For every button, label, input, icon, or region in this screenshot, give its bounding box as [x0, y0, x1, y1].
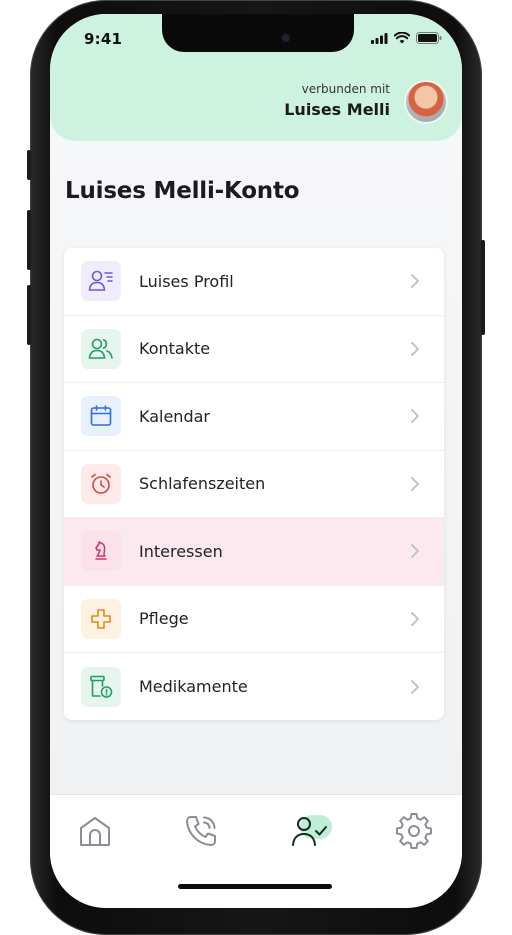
menu-item-contacts[interactable]: Kontakte	[64, 316, 444, 383]
calendar-icon	[81, 396, 121, 437]
menu-item-calendar[interactable]: Kalendar	[64, 383, 444, 451]
menu-item-bedtimes[interactable]: Schlafenszeiten	[64, 451, 444, 518]
chevron-right-icon	[411, 476, 419, 491]
volume-up-button	[27, 210, 31, 270]
menu-item-medication[interactable]: Medikamente	[64, 653, 444, 720]
power-button	[481, 240, 485, 335]
chess-knight-icon	[81, 531, 121, 572]
menu-item-profile[interactable]: Luises Profil	[64, 248, 444, 316]
tab-account[interactable]	[290, 813, 327, 849]
chevron-right-icon	[411, 611, 419, 626]
chevron-right-icon	[411, 544, 419, 559]
notch	[162, 14, 354, 52]
status-time: 9:41	[84, 30, 123, 48]
menu-item-label: Luises Profil	[139, 271, 234, 291]
tab-bar	[50, 794, 462, 908]
camera	[282, 34, 290, 42]
alarm-clock-icon	[81, 463, 121, 504]
tab-settings[interactable]	[396, 813, 432, 849]
connected-label: verbunden mit	[301, 82, 390, 96]
page-title: Luises Melli-Konto	[65, 178, 300, 204]
profile-icon	[81, 261, 121, 302]
menu-item-label: Schlafenszeiten	[139, 474, 266, 494]
wifi-icon	[394, 32, 410, 44]
menu-item-label: Pflege	[139, 609, 189, 629]
menu-list: Luises Profil Kontakte Kalendar Schlafen…	[64, 248, 444, 720]
chevron-right-icon	[411, 409, 419, 424]
mute-switch	[27, 150, 31, 180]
chevron-right-icon	[411, 679, 419, 694]
chevron-right-icon	[411, 274, 419, 289]
menu-item-label: Kalendar	[139, 406, 210, 426]
contacts-icon	[81, 328, 121, 369]
home-icon	[80, 817, 110, 846]
menu-item-care[interactable]: Pflege	[64, 586, 444, 653]
status-icons	[371, 32, 442, 44]
chevron-right-icon	[411, 341, 419, 356]
medication-icon	[81, 666, 121, 707]
volume-down-button	[27, 285, 31, 345]
menu-item-label: Medikamente	[139, 677, 248, 697]
tab-calls[interactable]	[183, 813, 219, 849]
tab-home[interactable]	[77, 813, 113, 849]
menu-item-label: Kontakte	[139, 339, 211, 359]
signal-icon	[371, 32, 388, 44]
screen: 9:41 verbunden mit Luises Melli Luises M…	[50, 14, 462, 908]
gear-icon	[396, 813, 432, 849]
medical-cross-icon	[81, 598, 121, 639]
menu-item-label: Interessen	[139, 541, 223, 561]
avatar[interactable]	[404, 80, 448, 124]
home-indicator	[178, 884, 332, 889]
battery-icon	[416, 32, 442, 44]
phone-icon	[186, 816, 216, 846]
connected-name: Luises Melli	[284, 100, 390, 119]
user-check-icon	[292, 817, 327, 846]
menu-item-interests[interactable]: Interessen	[64, 518, 444, 586]
